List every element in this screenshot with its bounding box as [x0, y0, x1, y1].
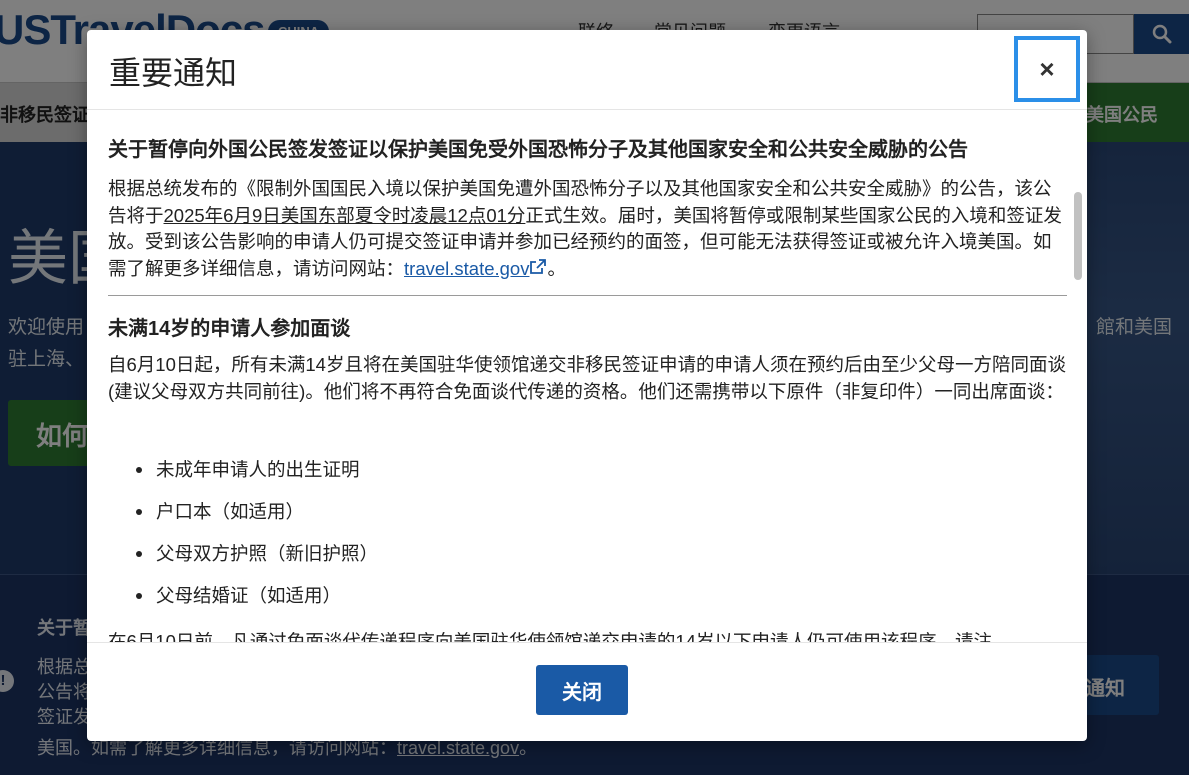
- section-heading-under-14: 未满14岁的申请人参加面谈: [108, 318, 351, 340]
- important-notice-modal: 重要通知 × 关于暂停向外国公民签发签证以保护美国免受外国恐怖分子及其他国家安全…: [87, 30, 1087, 741]
- modal-body[interactable]: 关于暂停向外国公民签发签证以保护美国免受外国恐怖分子及其他国家安全和公共安全威胁…: [87, 110, 1087, 642]
- external-link-icon: [529, 258, 547, 285]
- modal-footer: 关闭: [87, 642, 1087, 741]
- required-documents-list: 未成年申请人的出生证明 户口本（如适用） 父母双方护照（新旧护照） 父母结婚证（…: [136, 457, 378, 625]
- section-text-visa-suspension: 根据总统发布的《限制外国国民入境以保护美国免遭外国恐怖分子以及其他国家安全和公共…: [108, 176, 1068, 284]
- effective-date: 2025年6月9日美国东部夏令时凌晨12点01分: [163, 204, 526, 226]
- list-item: 父母结婚证（如适用）: [136, 583, 378, 625]
- travel-state-gov-link[interactable]: travel.state.gov: [404, 258, 529, 279]
- section-text-continued: 在6月10日前，凡通过免面谈代传递程序向美国驻华使领馆递交申请的14岁以下申请人…: [108, 631, 992, 642]
- list-item: 户口本（如适用）: [136, 499, 378, 541]
- text-part: 。: [547, 257, 566, 279]
- section-heading-visa-suspension: 关于暂停向外国公民签发签证以保护美国免受外国恐怖分子及其他国家安全和公共安全威胁…: [108, 139, 968, 161]
- section-divider: [108, 295, 1067, 296]
- section-text-under-14: 自6月10日起，所有未满14岁且将在美国驻华使领馆递交非移民签证申请的申请人须在…: [108, 354, 1066, 402]
- close-icon[interactable]: ×: [1014, 36, 1080, 102]
- list-item: 父母双方护照（新旧护照）: [136, 541, 378, 583]
- list-item: 未成年申请人的出生证明: [136, 457, 378, 499]
- close-button[interactable]: 关闭: [536, 665, 628, 715]
- modal-header: 重要通知 ×: [87, 30, 1087, 110]
- modal-scrollbar[interactable]: [1074, 192, 1082, 280]
- modal-title: 重要通知: [109, 54, 238, 92]
